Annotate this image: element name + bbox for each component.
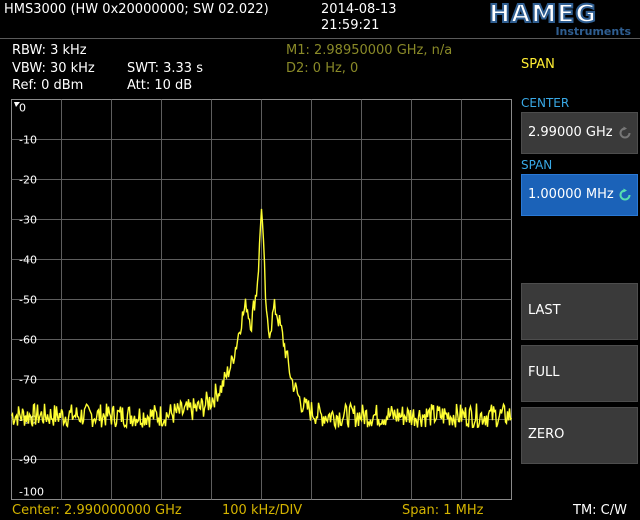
division-footer: 100 kHz/DIV (222, 503, 303, 518)
marker-d2-readout: D2: 0 Hz, 0 (286, 61, 359, 76)
y-tick-label: -10 (19, 134, 37, 147)
spectrum-display[interactable]: 0 -10 -20 -30 -40 -50 -60 -70 -80 -90 -100 (10, 99, 513, 500)
y-tick-label: -20 (19, 174, 37, 187)
trace-mode-readout: TM: C/W (573, 503, 627, 518)
center-value: 2.99000 GHz (528, 125, 613, 140)
swt-readout: SWT: 3.33 s (127, 61, 203, 76)
attenuation-readout: Att: 10 dB (127, 78, 193, 93)
ref-level-readout: Ref: 0 dBm (12, 78, 84, 93)
rotary-knob-icon (619, 188, 631, 201)
logo-subtitle: Instruments (555, 25, 631, 37)
menu-title: SPAN (521, 57, 555, 72)
vbw-readout: VBW: 30 kHz (12, 61, 95, 76)
logo-wordmark: HAMEG (489, 1, 597, 28)
zero-span-button[interactable]: ZERO (521, 407, 638, 464)
span-value: 1.00000 MHz (528, 187, 614, 202)
center-label: CENTER (521, 96, 570, 110)
timestamp: 2014-08-13 21:59:21 (321, 2, 397, 34)
y-tick-label: -30 (19, 214, 37, 227)
spectrum-plot: 0-10-20-30-40-50-60-70-80-90-100 (10, 99, 513, 500)
instrument-model: HMS3000 (HW 0x20000000; SW 02.022) (4, 2, 269, 17)
hameg-logo: HAMEG Instruments (488, 1, 631, 37)
y-tick-label: -90 (19, 454, 37, 467)
title-bar: HMS3000 (HW 0x20000000; SW 02.022) 2014-… (0, 0, 640, 38)
y-tick-label: -60 (19, 334, 37, 347)
rbw-readout: RBW: 3 kHz (12, 43, 87, 58)
y-tick-label: -100 (19, 486, 44, 499)
span-label: SPAN (521, 158, 553, 172)
center-frequency-field[interactable]: 2.99000 GHz (521, 112, 638, 154)
last-span-button[interactable]: LAST (521, 283, 638, 340)
y-tick-label: -70 (19, 374, 37, 387)
y-tick-label: 0 (19, 102, 26, 115)
last-span-label: LAST (528, 303, 561, 318)
y-tick-label: -50 (19, 294, 37, 307)
header-divider (0, 38, 640, 39)
date-text: 2014-08-13 (321, 2, 397, 17)
full-span-button[interactable]: FULL (521, 345, 638, 402)
y-tick-label: -40 (19, 254, 37, 267)
span-footer: Span: 1 MHz (402, 503, 484, 518)
marker-m1-readout: M1: 2.98950000 GHz, n/a (286, 43, 453, 58)
span-field[interactable]: 1.00000 MHz (521, 174, 638, 216)
zero-span-label: ZERO (528, 427, 565, 442)
time-text: 21:59:21 (321, 18, 380, 33)
full-span-label: FULL (528, 365, 560, 380)
center-frequency-footer: Center: 2.990000000 GHz (12, 503, 182, 518)
rotary-knob-icon (619, 126, 631, 139)
